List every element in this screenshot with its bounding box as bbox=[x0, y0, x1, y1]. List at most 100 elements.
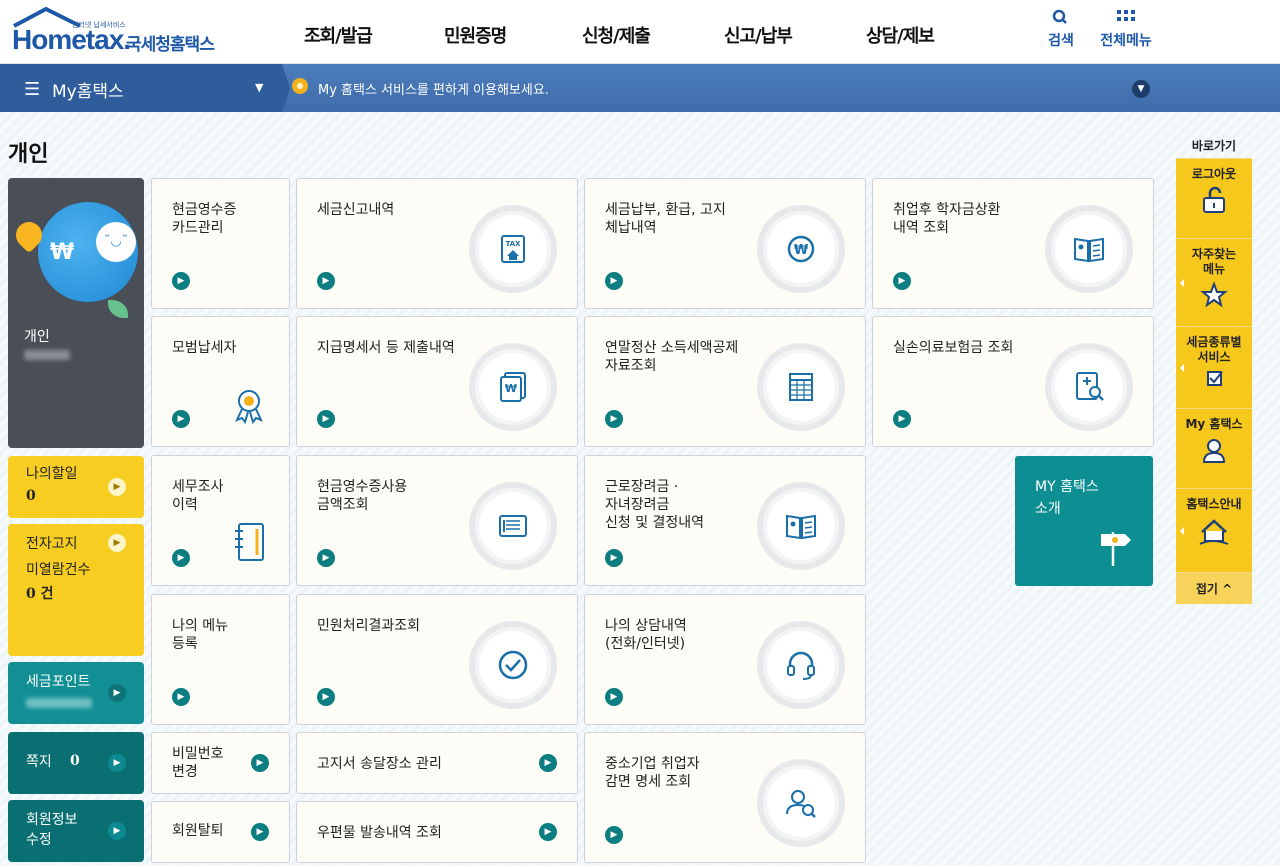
notes-count: 0 bbox=[70, 753, 80, 769]
logout-label: 로그아웃 bbox=[1191, 167, 1237, 181]
caret-down-icon: ▼ bbox=[255, 81, 264, 94]
arrow-right-icon: ▶ bbox=[893, 272, 911, 290]
notes-tile[interactable]: 쪽지 0 ▶ bbox=[8, 732, 144, 794]
arrow-right-icon: ▶ bbox=[251, 754, 269, 772]
todo-label: 나의할일 bbox=[26, 466, 78, 482]
profile-type: 개인 bbox=[24, 329, 50, 345]
all-menu-button[interactable]: 전체메뉴 bbox=[1097, 8, 1155, 50]
member-info-tile[interactable]: 회원정보 수정 ▶ bbox=[8, 800, 144, 862]
card-my-consultation[interactable]: 나의 상담내역 (전화/인터넷) ▶ bbox=[584, 594, 866, 725]
quick-links-title: 바로가기 bbox=[1191, 139, 1237, 153]
tax-type-service-button[interactable]: 세금종류별 서비스 bbox=[1176, 326, 1252, 408]
card-civil-complaint-result[interactable]: 민원처리결과조회 ▶ bbox=[296, 594, 578, 725]
svg-text:₩: ₩ bbox=[794, 243, 809, 258]
nav-consult[interactable]: 상담/제보 bbox=[866, 22, 935, 48]
card-medical-insurance[interactable]: 실손의료보험금 조회 ▶ bbox=[872, 316, 1154, 447]
check-circle-icon bbox=[469, 621, 557, 709]
nav-inquiry[interactable]: 조회/발급 bbox=[304, 22, 373, 48]
e-notice-count: 0 건 bbox=[26, 586, 54, 602]
card-label: 세무조사 이력 bbox=[172, 479, 224, 513]
nav-application[interactable]: 신청/제출 bbox=[582, 22, 651, 48]
card-label: 비밀번호 변경 bbox=[172, 746, 224, 780]
card-label: 나의 메뉴 등록 bbox=[172, 618, 228, 652]
card-year-end-settlement[interactable]: 연말정산 소득세액공제 자료조회 ▶ bbox=[584, 316, 866, 447]
won-document-icon: ₩ bbox=[469, 343, 557, 431]
card-model-taxpayer[interactable]: 모범납세자 ▶ bbox=[151, 316, 290, 447]
card-payment-statement[interactable]: 지급명세서 등 제출내역 ▶ ₩ bbox=[296, 316, 578, 447]
triangle-left-icon bbox=[1180, 526, 1184, 535]
card-tax-audit-history[interactable]: 세무조사 이력 ▶ bbox=[151, 455, 290, 586]
search-button[interactable]: 검색 bbox=[1046, 8, 1076, 50]
nav-certificate[interactable]: 민원증명 bbox=[444, 22, 507, 48]
arrow-right-icon: ▶ bbox=[172, 410, 190, 428]
checkbox-icon bbox=[1207, 371, 1223, 386]
house-hand-icon bbox=[1199, 519, 1229, 545]
my-todo-tile[interactable]: 나의할일 0 ▶ bbox=[8, 456, 144, 518]
search-label: 검색 bbox=[1048, 33, 1074, 49]
my-hometax-intro-card[interactable]: MY 홈택스 소개 bbox=[1015, 456, 1153, 586]
quick-links-bar: 바로가기 로그아웃 자주찾는 메뉴 세금종류별 서비스 My 홈택스 홈택스안내… bbox=[1176, 134, 1252, 604]
card-label: 민원처리결과조회 bbox=[317, 618, 421, 634]
e-notice-unread-label: 미열람건수 bbox=[26, 562, 91, 578]
spreadsheet-icon bbox=[757, 343, 845, 431]
tax-document-icon: TAX bbox=[469, 205, 557, 293]
card-earned-income-credit[interactable]: 근로장려금 · 자녀장려금 신청 및 결정내역 ▶ bbox=[584, 455, 866, 586]
hometax-guide-button[interactable]: 홈택스안내 bbox=[1176, 488, 1252, 572]
card-label: 나의 상담내역 (전화/인터넷) bbox=[605, 618, 687, 652]
card-my-menu-register[interactable]: 나의 메뉴 등록 ▶ bbox=[151, 594, 290, 725]
my-hometax-menu[interactable]: ☰ My홈택스 ▼ bbox=[0, 64, 282, 112]
card-student-loan[interactable]: 취업후 학자금상환 내역 조회 ▶ bbox=[872, 178, 1154, 309]
card-mail-delivery-history[interactable]: 우편물 발송내역 조회 ▶ bbox=[296, 801, 578, 863]
arrow-right-icon: ▶ bbox=[108, 754, 126, 772]
svg-text:TAX: TAX bbox=[505, 240, 521, 248]
page-title: 개인 bbox=[8, 142, 49, 167]
card-label: 세금납부, 환급, 고지 체납내역 bbox=[605, 202, 726, 236]
headset-icon bbox=[757, 621, 845, 709]
search-icon bbox=[1052, 9, 1067, 24]
receipt-icon bbox=[469, 482, 557, 570]
triangle-left-icon bbox=[1180, 278, 1184, 287]
hometax-guide-label: 홈택스안내 bbox=[1186, 497, 1242, 511]
card-withdraw-membership[interactable]: 회원탈퇴 ▶ bbox=[151, 801, 290, 863]
my-hometax-message: My 홈택스 서비스를 편하게 이용해보세요. bbox=[318, 83, 549, 98]
arrow-right-icon: ▶ bbox=[172, 549, 190, 567]
card-tax-payment-refund[interactable]: 세금납부, 환급, 고지 체납내역 ▶ ₩ bbox=[584, 178, 866, 309]
card-label: 실손의료보험금 조회 bbox=[893, 340, 1014, 356]
bar-divider bbox=[282, 64, 290, 112]
card-label: 연말정산 소득세액공제 자료조회 bbox=[605, 340, 739, 374]
arrow-right-icon: ▶ bbox=[108, 822, 126, 840]
card-sme-employee-reduction[interactable]: 중소기업 취업자 감면 명세 조회 ▶ bbox=[584, 732, 866, 863]
card-notice-delivery-address[interactable]: 고지서 송달장소 관리 ▶ bbox=[296, 732, 578, 794]
award-ribbon-icon bbox=[235, 390, 263, 425]
arrow-right-icon: ▶ bbox=[539, 754, 557, 772]
arrow-right-icon: ▶ bbox=[539, 823, 557, 841]
e-notice-label: 전자고지 bbox=[26, 536, 78, 552]
e-notice-tile[interactable]: 전자고지 미열람건수 0 건 ▶ bbox=[8, 524, 144, 656]
tax-point-tile[interactable]: 세금포인트 ▶ bbox=[8, 662, 144, 724]
unlock-icon bbox=[1203, 186, 1225, 213]
nav-report-pay[interactable]: 신고/납부 bbox=[724, 22, 793, 48]
card-label: 고지서 송달장소 관리 bbox=[317, 756, 442, 772]
card-cash-receipt-card[interactable]: 현금영수증 카드관리 ▶ bbox=[151, 178, 290, 309]
notes-label: 쪽지 bbox=[26, 754, 52, 770]
card-change-password[interactable]: 비밀번호 변경 ▶ bbox=[151, 732, 290, 794]
chevron-down-icon[interactable]: ▼ bbox=[1132, 80, 1150, 98]
hometax-logo[interactable]: 인터넷 납세서비스 Hometax. 국세청홈택스 bbox=[8, 6, 228, 58]
my-hometax-quick-button[interactable]: My 홈택스 bbox=[1176, 408, 1252, 488]
logout-button[interactable]: 로그아웃 bbox=[1176, 158, 1252, 238]
card-cash-receipt-amount[interactable]: 현금영수증사용 금액조회 ▶ bbox=[296, 455, 578, 586]
arrow-right-icon: ▶ bbox=[108, 534, 126, 552]
arrow-right-icon: ▶ bbox=[605, 688, 623, 706]
card-label: 지급명세서 등 제출내역 bbox=[317, 340, 455, 356]
favorites-menu-button[interactable]: 자주찾는 메뉴 bbox=[1176, 238, 1252, 326]
card-label: 모범납세자 bbox=[172, 340, 237, 356]
card-tax-return-history[interactable]: 세금신고내역 ▶ TAX bbox=[296, 178, 578, 309]
logo-text: Hometax. bbox=[12, 24, 131, 55]
svg-text:₩: ₩ bbox=[505, 382, 517, 395]
my-hometax-bar: ☰ My홈택스 ▼ My 홈택스 서비스를 편하게 이용해보세요. ▼ bbox=[0, 64, 1280, 112]
card-label: 취업후 학자금상환 내역 조회 bbox=[893, 202, 1001, 236]
all-menu-label: 전체메뉴 bbox=[1100, 33, 1152, 49]
favorites-label: 자주찾는 메뉴 bbox=[1191, 247, 1237, 276]
collapse-quick-button[interactable]: 접기 ^ bbox=[1176, 572, 1252, 604]
member-info-label-2: 수정 bbox=[26, 832, 52, 848]
